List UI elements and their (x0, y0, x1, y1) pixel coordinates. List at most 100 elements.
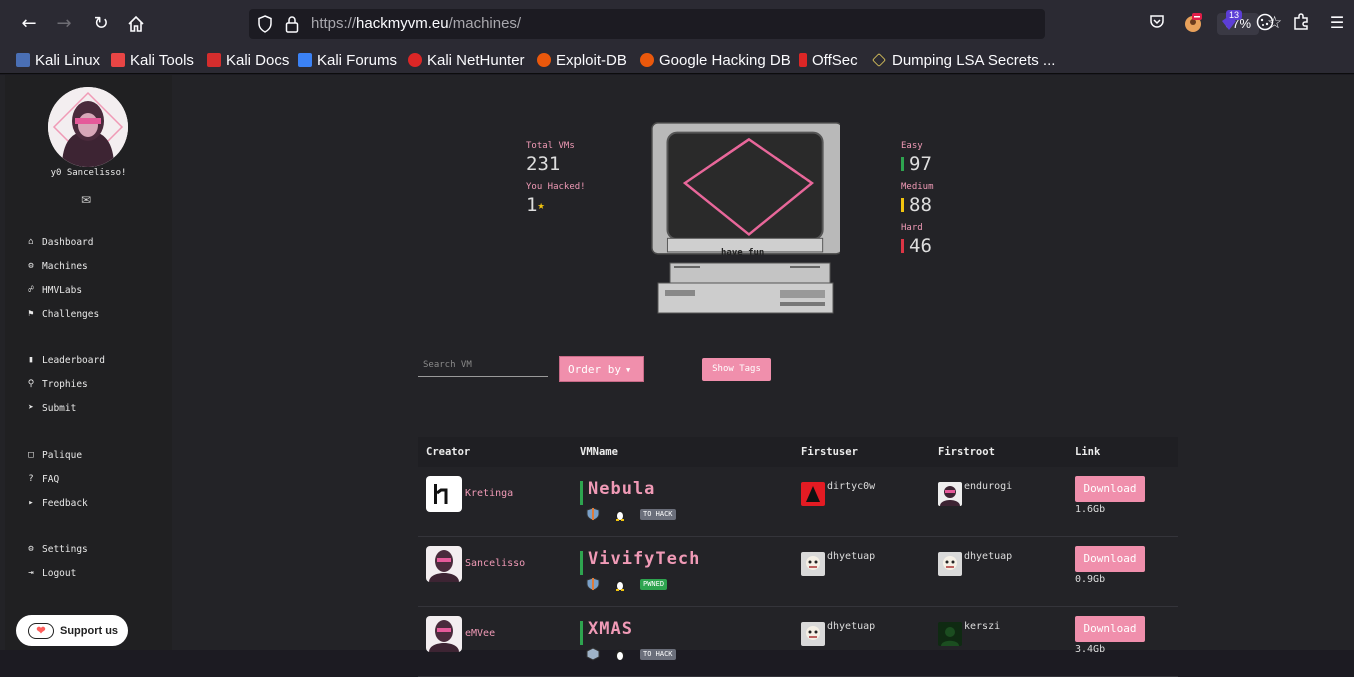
back-button[interactable]: ← (15, 10, 43, 38)
settings-icon: ⚙ (28, 544, 34, 554)
retro-monitor-illustration (651, 122, 840, 314)
caret-down-icon: ▼ (625, 366, 631, 374)
question-icon: ? (28, 474, 34, 484)
bookmark-kali-tools[interactable]: Kali Tools (111, 50, 194, 70)
kali-docs-icon (207, 53, 221, 67)
lock-icon[interactable] (285, 15, 299, 33)
hard-bar (901, 239, 904, 253)
vm-name[interactable]: Nebula (588, 479, 655, 499)
bookmark-kali-nethunter[interactable]: Kali NetHunter (408, 50, 525, 70)
bookmark-dumping-lsa[interactable]: Dumping LSA Secrets ... (871, 50, 1055, 70)
shield-icon (586, 577, 600, 591)
difficulty-bar (580, 481, 583, 505)
creator-name[interactable]: Kretinga (465, 488, 513, 499)
firstuser-avatar[interactable] (801, 482, 825, 506)
support-us-button[interactable]: ❤ Support us (16, 615, 128, 646)
bookmark-offsec[interactable]: OffSec (799, 50, 858, 70)
table-row: Kretinga Nebula TO HACK dirtyc0w endurog… (418, 467, 1178, 537)
header-link[interactable]: Link (1075, 446, 1100, 458)
kali-forums-icon (298, 53, 312, 67)
nav-palique[interactable]: □ Palique (26, 448, 82, 462)
firstuser-name[interactable]: dhyetuap (827, 551, 875, 562)
url-text[interactable]: https://hackmyvm.eu/machines/ (311, 15, 521, 32)
extension-badge: 13 (1226, 10, 1243, 20)
vm-name[interactable]: VivifyTech (588, 549, 700, 569)
nav-leaderboard[interactable]: ▮ Leaderboard (26, 353, 105, 367)
order-by-dropdown[interactable]: Order by ▼ (559, 356, 644, 382)
nav-feedback[interactable]: ▸ Feedback (26, 496, 87, 510)
nav-machines[interactable]: ⚙ Machines (26, 259, 87, 273)
nav-settings[interactable]: ⚙ Settings (26, 542, 87, 556)
exploit-db-icon (537, 53, 551, 67)
monitor-text: have fun (721, 248, 765, 258)
table-row: Sancelisso VivifyTech PWNED dhyetuap dhy… (418, 537, 1178, 607)
user-avatar[interactable] (48, 87, 128, 167)
nav-hmvlabs[interactable]: ☍ HMVLabs (26, 283, 82, 297)
nav-trophies[interactable]: ⚲ Trophies (26, 377, 88, 391)
bookmark-kali-forums[interactable]: Kali Forums (298, 50, 397, 70)
mail-icon[interactable]: ✉ (81, 193, 91, 207)
diamond-icon (871, 52, 887, 68)
creator-name[interactable]: Sancelisso (465, 558, 525, 569)
firstuser-avatar[interactable] (801, 622, 825, 646)
firstuser-name[interactable]: dhyetuap (827, 621, 875, 632)
firstroot-name[interactable]: kerszi (964, 621, 1000, 632)
offsec-icon (799, 53, 807, 67)
header-firstroot[interactable]: Firstroot (938, 446, 995, 458)
extension-avatar-icon[interactable] (1183, 13, 1203, 33)
bookmark-kali-docs[interactable]: Kali Docs (207, 50, 289, 70)
download-button[interactable]: Download (1075, 476, 1145, 502)
header-firstuser[interactable]: Firstuser (801, 446, 858, 458)
star-icon: ★ (537, 198, 545, 212)
nav-dashboard[interactable]: ⌂ Dashboard (26, 235, 93, 249)
download-button[interactable]: Download (1075, 616, 1145, 642)
medium-bar (901, 198, 904, 212)
pocket-icon[interactable] (1147, 13, 1167, 33)
firstuser-name[interactable]: dirtyc0w (827, 481, 875, 492)
home-icon: ⌂ (28, 237, 34, 247)
firstroot-name[interactable]: endurogi (964, 481, 1012, 492)
download-button[interactable]: Download (1075, 546, 1145, 572)
creator-avatar[interactable] (426, 616, 462, 652)
bookmark-google-hacking-db[interactable]: Google Hacking DB (640, 50, 791, 70)
firstroot-name[interactable]: dhyetuap (964, 551, 1012, 562)
difficulty-bar (580, 551, 583, 575)
nav-faq[interactable]: ? FAQ (26, 472, 59, 486)
show-tags-button[interactable]: Show Tags (702, 358, 771, 381)
main-content: Total VMs 231 You Hacked! 1★ have fun Ea… (172, 75, 1354, 677)
reload-button[interactable]: ↻ (87, 10, 115, 38)
address-bar[interactable]: https://hackmyvm.eu/machines/ 67% ☆ (249, 9, 1282, 39)
menu-hamburger-icon[interactable]: ☰ (1327, 13, 1347, 33)
status-badge: PWNED (640, 579, 668, 590)
tracking-protection-icon[interactable] (257, 15, 273, 33)
firstroot-avatar[interactable] (938, 622, 962, 646)
kali-dragon-icon (16, 53, 30, 67)
nav-challenges[interactable]: ⚑ Challenges (26, 307, 99, 321)
extensions-puzzle-icon[interactable] (1291, 13, 1311, 33)
forward-button[interactable]: → (50, 10, 78, 38)
creator-avatar[interactable] (426, 476, 462, 512)
firstroot-avatar[interactable] (938, 482, 962, 506)
search-vm-input[interactable]: Search VM (418, 357, 548, 377)
bookmark-kali-linux[interactable]: Kali Linux (16, 50, 100, 70)
creator-avatar[interactable] (426, 546, 462, 582)
vm-name[interactable]: XMAS (588, 619, 633, 639)
page-content: y0 Sancelisso! ✉ ⌂ Dashboard ⚙ Machines ☍ H… (0, 75, 1354, 677)
shield-icon (586, 507, 600, 521)
nav-submit[interactable]: ➤ Submit (26, 401, 76, 415)
header-creator[interactable]: Creator (426, 446, 470, 458)
bookmark-exploit-db[interactable]: Exploit-DB (537, 50, 627, 70)
gear-icon: ⚙ (28, 261, 34, 271)
megaphone-icon: ▸ (28, 498, 34, 508)
browser-toolbar: ← → ↻ https://hackmyvm.eu/machines/ 67% … (0, 0, 1354, 46)
cookie-icon[interactable] (1255, 13, 1275, 33)
table-row: eMVee XMAS TO HACK dhyetuap kerszi Downl… (418, 607, 1178, 677)
header-vmname[interactable]: VMName (580, 446, 618, 458)
firstroot-avatar[interactable] (938, 552, 962, 576)
firstuser-avatar[interactable] (801, 552, 825, 576)
nav-logout[interactable]: ⇥ Logout (26, 566, 76, 580)
hard-value: 46 (901, 235, 932, 257)
creator-name[interactable]: eMVee (465, 628, 495, 639)
home-button[interactable] (122, 10, 150, 38)
network-icon: ☍ (28, 285, 34, 295)
